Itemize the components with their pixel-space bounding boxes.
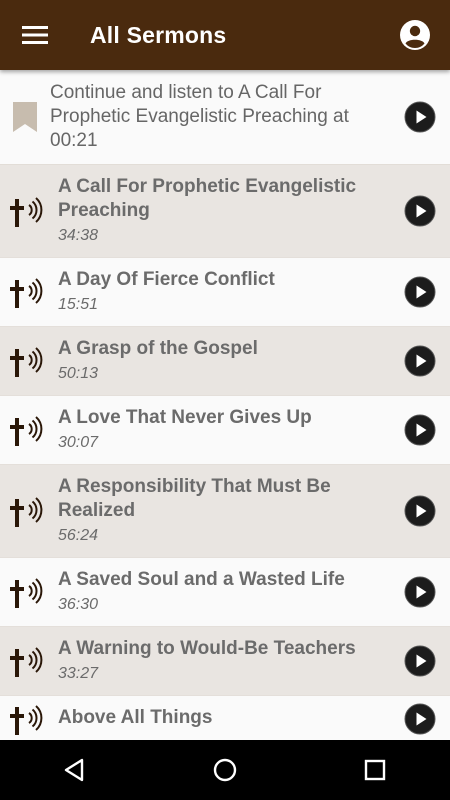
play-button[interactable] <box>390 195 450 227</box>
play-icon <box>404 345 436 377</box>
sermon-duration: 15:51 <box>58 296 99 313</box>
play-button[interactable] <box>390 276 450 308</box>
play-button[interactable] <box>390 703 450 735</box>
play-icon <box>404 101 436 133</box>
sermon-row[interactable]: A Grasp of the Gospel 50:13 <box>0 327 450 396</box>
sermon-row[interactable]: A Love That Never Gives Up 30:07 <box>0 396 450 465</box>
sermon-icon <box>0 572 58 612</box>
sermon-audio-cross-icon <box>10 347 43 377</box>
sermon-row[interactable]: A Warning to Would-Be Teachers 33:27 <box>0 627 450 696</box>
sermon-audio-cross-icon <box>10 647 43 677</box>
sermon-row[interactable]: Above All Things <box>0 696 450 740</box>
home-circle-icon <box>213 758 237 782</box>
play-button[interactable] <box>390 495 450 527</box>
back-triangle-icon <box>64 758 84 782</box>
sermon-text: A Saved Soul and a Wasted Life 36:30 <box>58 558 390 626</box>
play-icon <box>404 195 436 227</box>
account-circle-icon <box>400 20 430 50</box>
sermon-title: A Saved Soul and a Wasted Life <box>58 569 345 590</box>
sermon-audio-cross-icon <box>10 705 43 735</box>
app-bar: All Sermons <box>0 0 450 70</box>
sermon-icon <box>0 641 58 681</box>
sermon-audio-cross-icon <box>10 416 43 446</box>
sermon-icon <box>0 699 58 739</box>
sermon-audio-cross-icon <box>10 278 43 308</box>
sermon-text: A Love That Never Gives Up 30:07 <box>58 396 390 464</box>
nav-home-button[interactable] <box>195 740 255 800</box>
sermon-audio-cross-icon <box>10 197 43 227</box>
continue-listening-row[interactable]: Continue and listen to A Call For Prophe… <box>0 70 450 165</box>
account-button[interactable] <box>380 0 450 70</box>
continue-listening-text: Continue and listen to A Call For Prophe… <box>50 82 349 151</box>
sermon-audio-cross-icon <box>10 497 43 527</box>
sermon-icon <box>0 272 58 312</box>
sermon-text: A Responsibility That Must Be Realized 56… <box>58 465 390 557</box>
sermon-title: A Call For Prophetic Evangelistic Preach… <box>58 176 357 221</box>
sermon-icon <box>0 491 58 531</box>
sermon-title: A Responsibility That Must Be Realized <box>58 476 331 521</box>
play-button[interactable] <box>390 414 450 446</box>
sermon-row[interactable]: A Responsibility That Must Be Realized 56… <box>0 465 450 558</box>
nav-back-button[interactable] <box>45 740 105 800</box>
recents-square-icon <box>364 759 386 781</box>
sermon-duration: 30:07 <box>58 434 99 451</box>
sermon-title: A Grasp of the Gospel <box>58 338 258 359</box>
sermon-text: A Day Of Fierce Conflict 15:51 <box>58 258 390 326</box>
sermon-title: Above All Things <box>58 707 213 728</box>
sermon-duration: 33:27 <box>58 665 99 682</box>
play-button[interactable] <box>390 645 450 677</box>
play-icon <box>404 576 436 608</box>
play-icon <box>404 414 436 446</box>
play-button[interactable] <box>390 345 450 377</box>
play-button[interactable] <box>390 576 450 608</box>
sermon-icon <box>0 341 58 381</box>
play-icon <box>404 495 436 527</box>
sermon-list[interactable]: Continue and listen to A Call For Prophe… <box>0 70 450 740</box>
sermon-duration: 36:30 <box>58 596 99 613</box>
play-icon <box>404 645 436 677</box>
sermon-audio-cross-icon <box>10 578 43 608</box>
play-icon <box>404 276 436 308</box>
sermon-duration: 50:13 <box>58 365 99 382</box>
sermon-row[interactable]: A Saved Soul and a Wasted Life 36:30 <box>0 558 450 627</box>
sermon-icon <box>0 191 58 231</box>
sermon-duration: 34:38 <box>58 227 99 244</box>
play-icon <box>404 703 436 735</box>
sermon-title: A Day Of Fierce Conflict <box>58 269 275 290</box>
hamburger-menu-icon <box>22 26 48 44</box>
sermon-row[interactable]: A Call For Prophetic Evangelistic Preach… <box>0 165 450 258</box>
sermon-row[interactable]: A Day Of Fierce Conflict 15:51 <box>0 258 450 327</box>
bookmark-icon <box>13 102 37 132</box>
play-button[interactable] <box>390 101 450 133</box>
nav-recents-button[interactable] <box>345 740 405 800</box>
sermon-text: A Grasp of the Gospel 50:13 <box>58 327 390 395</box>
sermon-title: A Warning to Would-Be Teachers <box>58 638 356 659</box>
sermon-text: A Warning to Would-Be Teachers 33:27 <box>58 627 390 695</box>
menu-button[interactable] <box>0 0 70 70</box>
system-navigation-bar <box>0 740 450 800</box>
sermon-title: A Love That Never Gives Up <box>58 407 312 428</box>
sermon-icon <box>0 410 58 450</box>
sermon-text: A Call For Prophetic Evangelistic Preach… <box>58 165 390 257</box>
page-title: All Sermons <box>90 21 227 48</box>
sermon-duration: 56:24 <box>58 527 99 544</box>
sermon-text: Above All Things <box>58 696 390 740</box>
